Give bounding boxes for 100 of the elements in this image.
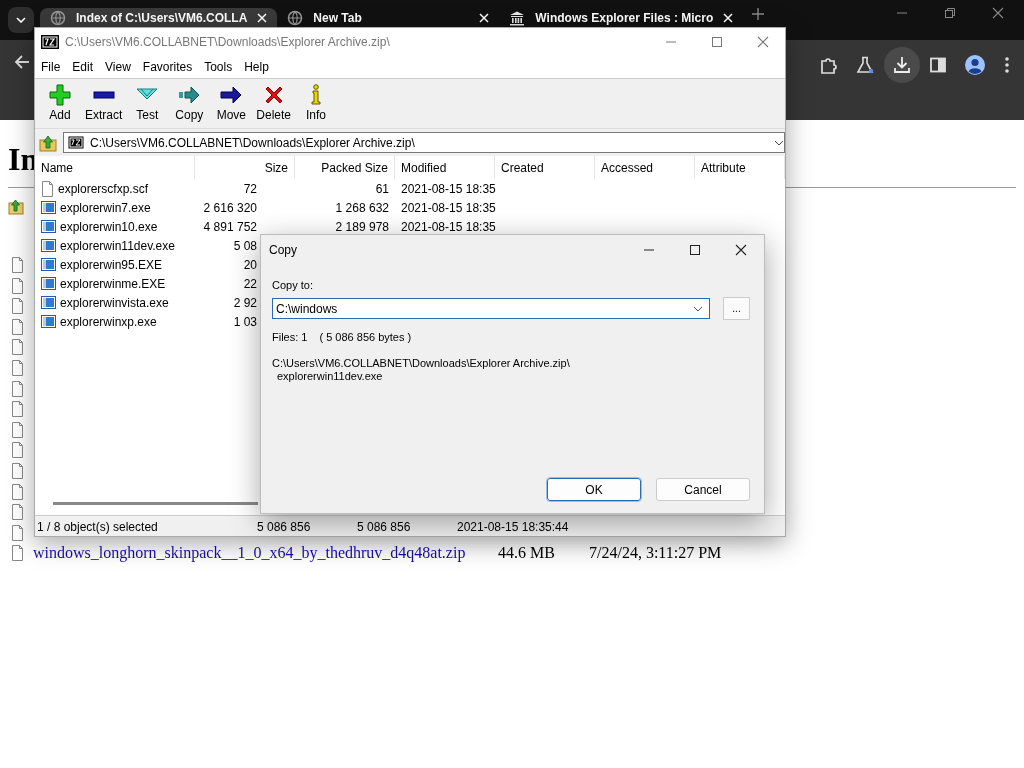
menu-item[interactable]: Edit [68,59,102,74]
archive-logo-icon [68,136,84,149]
puzzle-piece-icon[interactable] [820,56,838,74]
column-header[interactable]: Attribute [695,156,785,179]
column-header[interactable]: Size [195,156,295,179]
file-icon [11,339,23,356]
table-cell: 72 [243,181,257,196]
status-text: 5 086 856 [356,520,412,534]
table-cell-text: 2021-08-15 18:35 [400,200,495,215]
file-icon [11,545,23,562]
file-icon [11,421,23,438]
kebab-menu-icon[interactable] [1004,56,1010,74]
status-text: 2021-08-15 18:35:44 [456,520,570,534]
close-icon[interactable] [735,244,747,256]
sidebar-icon[interactable] [930,57,946,73]
dialog-button[interactable]: Cancel [656,478,750,501]
files-count: Files: 1 [272,331,308,343]
window-title: C:\Users\VM6.COLLABNET\Downloads\Explorer Archive.zip\ [65,34,390,49]
profile-avatar-icon[interactable] [964,54,986,76]
column-header[interactable]: Modified [395,156,495,179]
table-cell-text: 2 189 978 [334,219,390,234]
program-icon [41,200,56,215]
file-name[interactable]: explorerwin10.exe [60,219,158,234]
browser-tab[interactable]: Windows Explorer Files : Micro [499,8,744,27]
back-arrow-icon[interactable] [14,54,30,70]
file-name[interactable]: explorerwinxp.exe [60,314,157,329]
toolbar-button[interactable]: Info [295,79,338,128]
menu-item[interactable]: Favorites [138,59,201,74]
file-name[interactable]: explorerwin11dev.exe [60,238,175,253]
table-cell: 2 92 [233,295,257,310]
destination-field[interactable]: C:\windows [272,298,710,319]
file-name[interactable]: explorerwin7.exe [60,200,151,215]
column-header[interactable]: Packed Size [295,156,395,179]
up-folder-icon[interactable] [39,133,57,152]
maximize-icon[interactable] [689,244,701,256]
document-icon [41,180,54,197]
table-cell: 22 [243,276,257,291]
file-name[interactable]: explorerscfxp.scf [58,181,149,196]
file-icon [11,504,23,521]
table-cell: 20 [243,257,257,272]
menu-item[interactable]: Tools [200,59,241,74]
file-icon [11,359,23,376]
table-cell: 1 03 [233,314,257,329]
file-icon [11,442,23,459]
plus-icon [48,83,72,107]
file-link[interactable]: windows_longhorn_skinpack__1_0_x64_by_thedhruv_d4q48at.zip [33,544,466,563]
menu-item[interactable]: Help [240,59,277,74]
toolbar-button[interactable]: Test [126,79,169,128]
restore-icon[interactable] [944,7,956,19]
toolbar-button[interactable]: Extract [81,79,127,128]
status-text: 5 086 856 [256,520,312,534]
table-cell-text: 61 [374,181,390,196]
table-cell: 5 08 [233,238,257,253]
file-name[interactable]: explorerwinvista.exe [60,295,169,310]
program-icon [41,314,56,329]
tab-search-button[interactable] [8,7,34,33]
chevron-down-icon [693,305,703,312]
scrollbar[interactable] [53,502,258,505]
toolbar-button[interactable]: Move [210,79,253,128]
file-name[interactable]: explorerwin95.EXE [60,257,163,272]
file-icon [11,277,23,294]
table-cell-text: 2021-08-15 18:35 [400,219,495,234]
browser-tab[interactable]: New Tab [277,8,500,27]
file-name[interactable]: explorerwinme.EXE [60,276,166,291]
column-header[interactable]: Accessed [595,156,695,179]
source-path: explorerwin11dev.exe [276,370,384,383]
file-icon [11,298,23,315]
menu-item[interactable]: File [37,59,69,74]
table-cell-text: 1 268 632 [334,200,390,215]
parent-folder-icon[interactable] [8,199,24,215]
download-icon [893,56,911,74]
address-field[interactable]: C:\Users\VM6.COLLABNET\Downloads\Explorer Archive.zip\ [63,132,785,153]
table-cell: 4 891 752 [203,219,257,234]
table-cell-text: 2021-08-15 18:35 [400,181,495,196]
file-size: 44.6 MB [498,544,555,563]
flask-icon[interactable] [856,56,874,74]
program-icon [41,238,56,253]
plus-icon[interactable] [751,7,766,21]
program-icon [41,276,56,291]
archive-logo-icon [41,34,59,49]
status-text: 1 / 8 object(s) selected [36,520,159,534]
file-date: 7/24/24, 3:11:27 PM [589,544,722,563]
menu-item[interactable]: View [101,59,139,74]
globe-icon [50,9,66,26]
chevron-down-icon [16,17,26,23]
toolbar-button[interactable]: Copy [168,79,211,128]
file-icon [11,318,23,335]
table-cell: 2 616 320 [203,200,257,215]
dialog-title: Copy [269,243,297,257]
column-header[interactable]: Name [35,156,195,179]
browser-tab[interactable]: Index of C:\Users\VM6.COLLA [40,8,278,27]
toolbar-button[interactable]: Add [39,79,81,128]
field-label: Copy to: [272,279,314,291]
dialog-button[interactable]: OK [547,478,641,501]
browse-button[interactable]: ... [723,297,750,320]
downloads-button[interactable] [884,47,920,83]
file-icon [11,380,23,397]
column-header[interactable]: Created [495,156,595,179]
file-icon [11,483,23,500]
toolbar-button[interactable]: Delete [252,79,296,128]
